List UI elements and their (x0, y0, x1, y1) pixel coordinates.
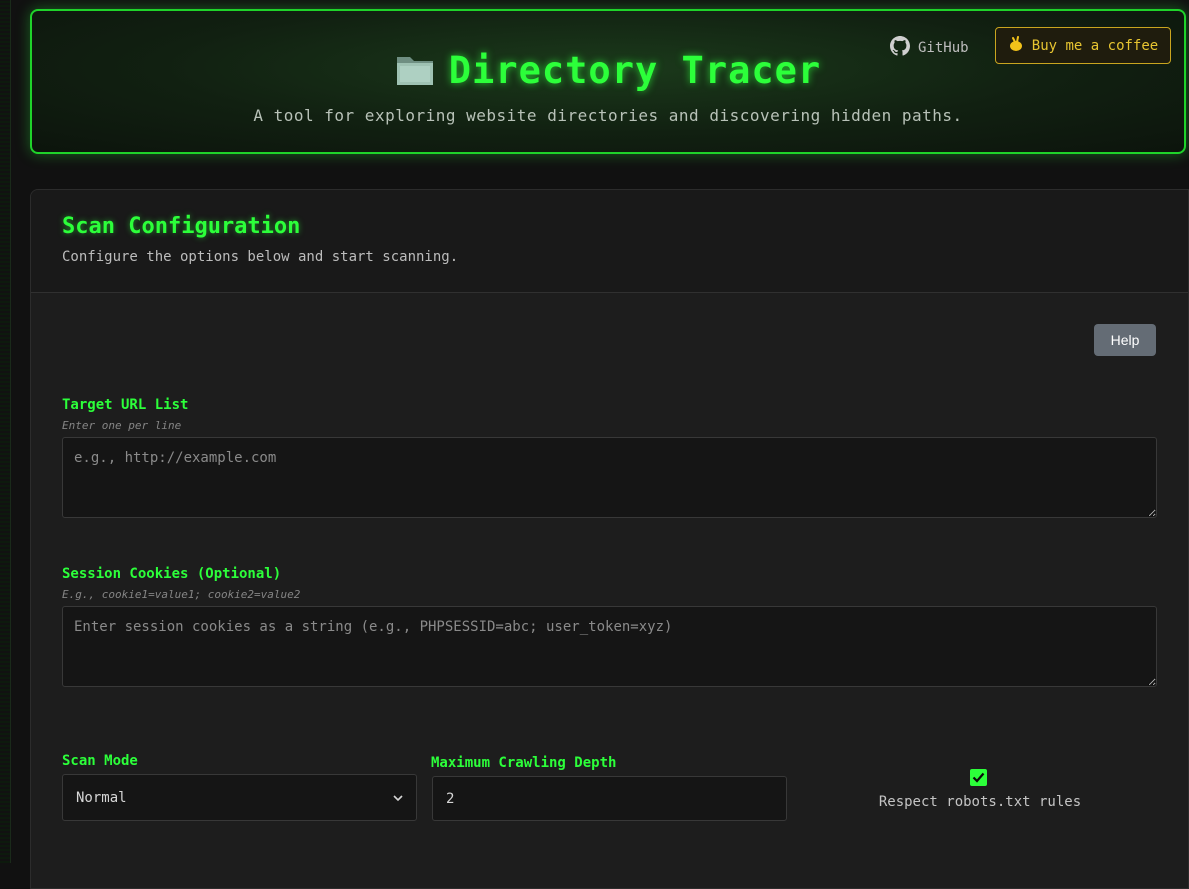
help-button[interactable]: Help (1094, 324, 1156, 356)
folder-icon (395, 51, 435, 96)
left-rail (0, 0, 11, 863)
card-subtitle: Configure the options below and start sc… (62, 249, 459, 265)
github-label: GitHub (918, 40, 969, 56)
target-url-label: Target URL List (62, 397, 189, 413)
cookies-hint: E.g., cookie1=value1; cookie2=value2 (62, 588, 301, 601)
cookies-input[interactable] (62, 606, 1157, 687)
robots-label: Respect robots.txt rules (878, 794, 1082, 810)
depth-label: Maximum Crawling Depth (431, 755, 617, 771)
scan-mode-label: Scan Mode (62, 753, 138, 769)
card-title: Scan Configuration (62, 214, 301, 239)
buy-coffee-button[interactable]: Buy me a coffee (995, 27, 1171, 64)
page-subtitle: A tool for exploring website directories… (253, 106, 963, 125)
target-url-input[interactable] (62, 437, 1157, 518)
github-icon (890, 36, 910, 60)
page-title-text: Directory Tracer (448, 49, 822, 92)
scan-mode-select[interactable]: Normal (62, 774, 417, 821)
depth-input[interactable] (432, 776, 787, 821)
card-header: Scan Configuration Configure the options… (31, 190, 1188, 293)
coffee-label: Buy me a coffee (1031, 37, 1159, 54)
chevron-down-icon (393, 790, 403, 806)
target-url-hint: Enter one per line (62, 419, 182, 432)
app-header: Directory Tracer A tool for exploring we… (30, 9, 1186, 154)
coffee-icon (1008, 35, 1024, 56)
checkmark-icon (972, 768, 985, 787)
cookies-label: Session Cookies (Optional) (62, 566, 282, 582)
github-link[interactable]: GitHub (890, 36, 969, 60)
scan-mode-value: Normal (76, 789, 127, 806)
scan-config-card: Scan Configuration Configure the options… (30, 189, 1189, 889)
robots-checkbox[interactable] (970, 769, 987, 786)
